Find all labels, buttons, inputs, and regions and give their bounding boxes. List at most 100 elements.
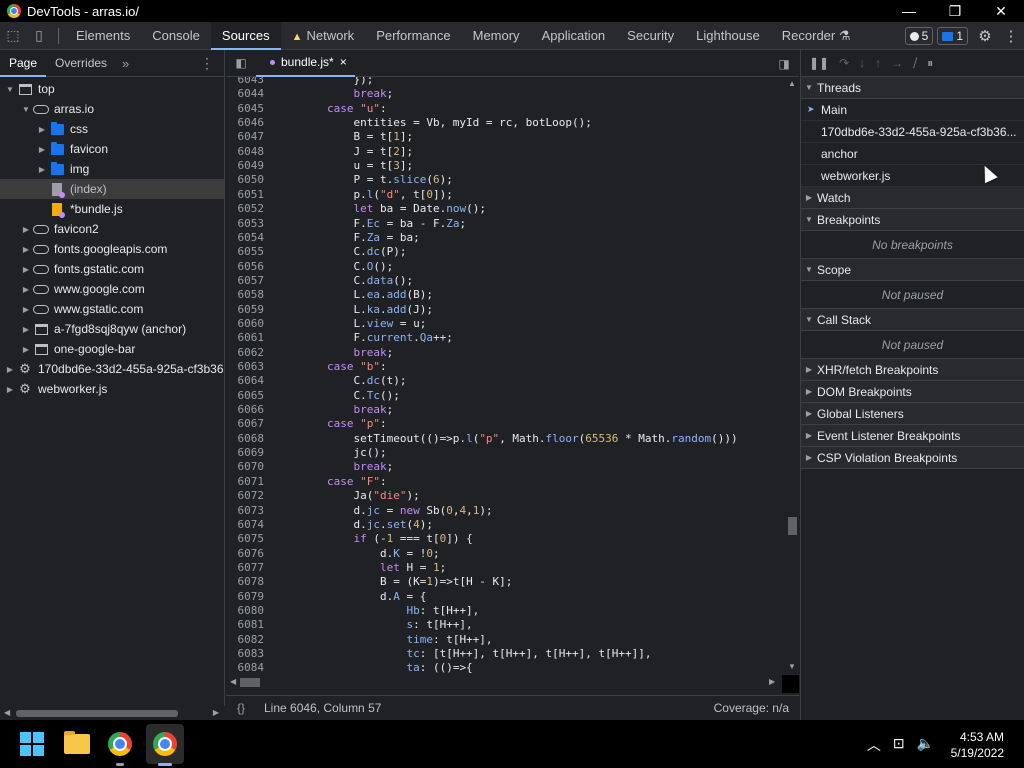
tree-item[interactable]: ▶ css xyxy=(0,119,224,139)
tree-item[interactable]: ▶ www.google.com xyxy=(0,279,224,299)
chrome-taskbar-icon[interactable] xyxy=(108,732,132,756)
line-number[interactable]: 6051 xyxy=(226,188,265,201)
code-line[interactable]: J = t[2]; xyxy=(274,145,413,158)
tree-item[interactable]: ▶ ⚙ webworker.js xyxy=(0,379,224,399)
line-number[interactable]: 6062 xyxy=(226,346,265,359)
expand-arrow-icon[interactable]: ▶ xyxy=(36,145,48,154)
toggle-debugger-icon[interactable]: ◨ xyxy=(769,50,799,77)
code-line[interactable]: F.Ec = ba - F.Za; xyxy=(274,217,466,230)
line-number[interactable]: 6065 xyxy=(226,389,265,402)
line-number[interactable]: 6071 xyxy=(226,475,265,488)
tab-performance[interactable]: Performance xyxy=(365,22,461,50)
line-number[interactable]: 6064 xyxy=(226,374,265,387)
tab-page[interactable]: Page xyxy=(0,50,47,77)
code-line[interactable]: P = t.slice(6); xyxy=(274,173,452,186)
issues-badge[interactable]: 5 xyxy=(904,27,934,45)
line-number[interactable]: 6077 xyxy=(226,561,265,574)
line-number[interactable]: 6048 xyxy=(226,145,265,158)
tree-item[interactable]: ▼ arras.io xyxy=(0,99,224,119)
code-line[interactable]: C.O(); xyxy=(274,260,393,273)
tree-item[interactable]: ▶ fonts.gstatic.com xyxy=(0,259,224,279)
event-listener-breakpoints-header[interactable]: ▶ Event Listener Breakpoints xyxy=(801,425,1024,447)
line-number[interactable]: 6069 xyxy=(226,446,265,459)
scroll-thumb[interactable] xyxy=(16,710,178,717)
code-line[interactable]: jc(); xyxy=(274,446,386,459)
code-line[interactable]: L.view = u; xyxy=(274,317,426,330)
code-line[interactable]: B = t[1]; xyxy=(274,130,413,143)
code-line[interactable]: L.ka.add(J); xyxy=(274,303,433,316)
line-number[interactable]: 6067 xyxy=(226,417,265,430)
editor-hscrollbar[interactable]: ◀ ▶ xyxy=(226,673,799,695)
expand-arrow-icon[interactable]: ▶ xyxy=(36,165,48,174)
volume-icon[interactable]: 🔈 xyxy=(917,735,934,755)
step-into-icon[interactable]: ↓ xyxy=(859,56,865,70)
line-number[interactable]: 6081 xyxy=(226,618,265,631)
expand-arrow-icon[interactable]: ▶ xyxy=(20,285,32,294)
clock[interactable]: 4:53 AM 5/19/2022 xyxy=(951,729,1004,761)
line-number[interactable]: 6083 xyxy=(226,647,265,660)
line-number[interactable]: 6074 xyxy=(226,518,265,531)
code-line[interactable]: Ja("die"); xyxy=(274,489,419,502)
pretty-print-icon[interactable]: {} xyxy=(226,701,256,715)
tab-memory[interactable]: Memory xyxy=(462,22,531,50)
tree-item[interactable]: ▶ www.gstatic.com xyxy=(0,299,224,319)
thread-item-main[interactable]: ➤ Main xyxy=(801,99,1024,121)
navigator-hscrollbar[interactable]: ◀ ▶ xyxy=(0,706,225,720)
callstack-section-header[interactable]: ▼ Call Stack xyxy=(801,309,1024,331)
tree-item[interactable]: ▶ img xyxy=(0,159,224,179)
code-line[interactable]: F.current.Qa++; xyxy=(274,331,452,344)
line-number[interactable]: 6053 xyxy=(226,217,265,230)
tab-console[interactable]: Console xyxy=(141,22,211,50)
pause-on-exceptions-icon[interactable]: ⏸ xyxy=(927,56,933,71)
code-line[interactable]: C.dc(t); xyxy=(274,374,406,387)
network-icon[interactable]: ⊡ xyxy=(893,735,905,755)
thread-item-worker[interactable]: 170dbd6e-33d2-455a-925a-cf3b36... xyxy=(801,121,1024,143)
line-number[interactable]: 6079 xyxy=(226,590,265,603)
line-number[interactable]: 6050 xyxy=(226,173,265,186)
code-line[interactable]: u = t[3]; xyxy=(274,159,413,172)
code-line[interactable]: case "p": xyxy=(274,417,387,430)
code-line[interactable]: time: t[H++], xyxy=(274,633,492,646)
code-line[interactable]: C.dc(P); xyxy=(274,245,406,258)
watch-section-header[interactable]: ▶ Watch xyxy=(801,187,1024,209)
expand-arrow-icon[interactable]: ▶ xyxy=(4,385,16,394)
code-line[interactable]: entities = Vb, myId = rc, botLoop(); xyxy=(274,116,591,129)
chevron-up-icon[interactable]: ︿ xyxy=(867,735,881,755)
more-tabs-icon[interactable]: » xyxy=(116,56,135,71)
deactivate-breakpoints-icon[interactable]: ⧸ xyxy=(913,56,917,71)
tab-security[interactable]: Security xyxy=(616,22,685,50)
code-line[interactable]: p.l("d", t[0]); xyxy=(274,188,452,201)
line-number[interactable]: 6057 xyxy=(226,274,265,287)
messages-badge[interactable]: 1 xyxy=(937,27,968,45)
code-line[interactable]: break; xyxy=(274,460,393,473)
expand-arrow-icon[interactable]: ▶ xyxy=(20,345,32,354)
threads-section-header[interactable]: ▼ Threads xyxy=(801,77,1024,99)
more-options-icon[interactable]: ⋮ xyxy=(998,27,1024,45)
tree-item[interactable]: ▼ top xyxy=(0,79,224,99)
line-number[interactable]: 6080 xyxy=(226,604,265,617)
line-number[interactable]: 6070 xyxy=(226,460,265,473)
scope-section-header[interactable]: ▼ Scope xyxy=(801,259,1024,281)
scroll-right-icon[interactable]: ▶ xyxy=(213,706,219,720)
line-number[interactable]: 6045 xyxy=(226,102,265,115)
settings-gear-icon[interactable]: ⚙ xyxy=(972,27,998,45)
line-number[interactable]: 6072 xyxy=(226,489,265,502)
tab-lighthouse[interactable]: Lighthouse xyxy=(685,22,771,50)
line-number[interactable]: 6058 xyxy=(226,288,265,301)
scroll-left-icon[interactable]: ◀ xyxy=(4,706,10,720)
line-number[interactable]: 6060 xyxy=(226,317,265,330)
file-explorer-icon[interactable] xyxy=(64,731,90,754)
line-number[interactable]: 6075 xyxy=(226,532,265,545)
expand-arrow-icon[interactable]: ▶ xyxy=(20,305,32,314)
tree-item[interactable]: ▶ favicon xyxy=(0,139,224,159)
line-number[interactable]: 6073 xyxy=(226,504,265,517)
expand-arrow-icon[interactable]: ▶ xyxy=(20,325,32,334)
code-line[interactable]: B = (K=1)=>t[H - K]; xyxy=(274,575,512,588)
line-number[interactable]: 6061 xyxy=(226,331,265,344)
code-line[interactable]: break; xyxy=(274,87,393,100)
breakpoints-section-header[interactable]: ▼ Breakpoints xyxy=(801,209,1024,231)
tree-item[interactable]: ▶ ⚙ 170dbd6e-33d2-455a-925a-cf3b36 xyxy=(0,359,224,379)
line-number[interactable]: 6046 xyxy=(226,116,265,129)
expand-arrow-icon[interactable]: ▶ xyxy=(4,365,16,374)
collapse-arrow-icon[interactable]: ▼ xyxy=(4,85,16,94)
